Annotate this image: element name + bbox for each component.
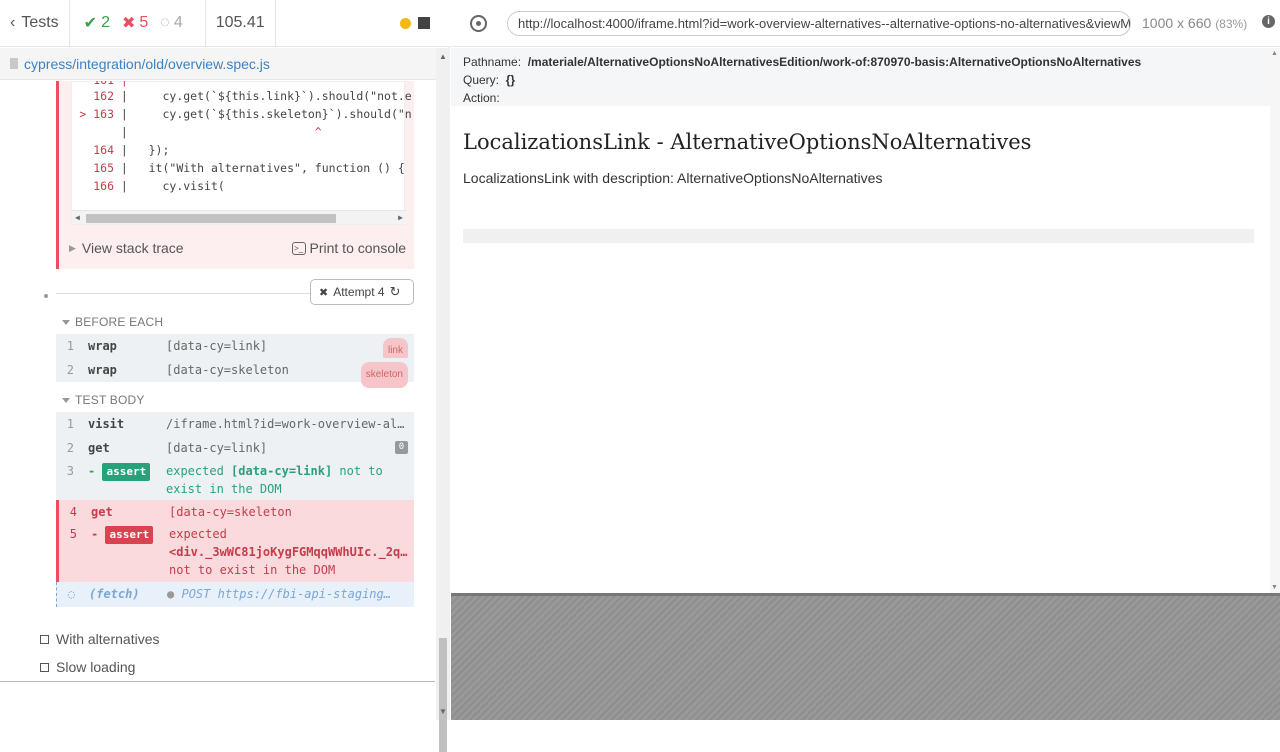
reporter-panel: ‹ Tests ✔ 2 ✖ 5 ◌ 4 105.41 ↕ cypress/int… bbox=[0, 0, 450, 752]
command-row[interactable]: 2 get [data-cy=link] 0 bbox=[56, 436, 414, 460]
attempt-tag[interactable]: ✖ Attempt 4 ↻ bbox=[310, 279, 414, 305]
caret-down-icon bbox=[62, 319, 70, 325]
scroll-left-icon[interactable]: ◀ bbox=[75, 213, 80, 222]
running-indicator-icon bbox=[399, 17, 411, 29]
scroll-down-icon[interactable]: ▼ bbox=[1271, 584, 1278, 591]
url-bar[interactable]: http://localhost:4000/iframe.html?id=wor… bbox=[507, 11, 1131, 36]
code-line-highlighted: > 163 | cy.get(`${this.skeleton}`).shoul… bbox=[79, 107, 412, 121]
view-stack-trace-toggle[interactable]: View stack trace bbox=[82, 240, 184, 256]
command-row-assert-pass[interactable]: 3 - assert expected [data-cy=link] not t… bbox=[56, 460, 414, 500]
scrollbar-thumb[interactable] bbox=[86, 214, 336, 223]
chevron-left-icon: ‹ bbox=[10, 14, 16, 31]
element-count-badge: 0 bbox=[395, 441, 408, 454]
code-line: 165 | it("With alternatives", function (… bbox=[93, 161, 405, 175]
test-body-header[interactable]: TEST BODY bbox=[62, 393, 145, 407]
check-icon: ✔ bbox=[83, 15, 98, 32]
error-code-frame: 161 | 162 | cy.get(`${this.link}`).shoul… bbox=[56, 81, 414, 269]
viewport-info: 1000 x 660 (83%) bbox=[1142, 15, 1248, 31]
runnable-list: 161 | 162 | cy.get(`${this.link}`).shoul… bbox=[0, 81, 435, 681]
code-frame-viewer: 161 | 162 | cy.get(`${this.link}`).shoul… bbox=[71, 81, 412, 225]
alias-badge: skeleton bbox=[360, 362, 408, 388]
story-title: LocalizationsLink - AlternativeOptionsNo… bbox=[463, 130, 1032, 154]
command-row[interactable]: 1 visit /iframe.html?id=work-overview-al… bbox=[56, 412, 414, 436]
assert-badge: assert bbox=[105, 526, 154, 544]
command-row-pending[interactable]: ◌ (fetch) ● POST https://fbi-api-staging… bbox=[56, 582, 414, 607]
retry-icon: ↻ bbox=[389, 284, 401, 299]
tests-button[interactable]: ‹ Tests bbox=[0, 0, 70, 47]
story-description: LocalizationsLink with description: Alte… bbox=[463, 170, 883, 186]
code-frame-scrollbar[interactable]: ◀ ▶ bbox=[72, 210, 406, 224]
reporter-header: ‹ Tests ✔ 2 ✖ 5 ◌ 4 105.41 ↕ bbox=[0, 0, 450, 47]
scroll-right-icon[interactable]: ▶ bbox=[398, 213, 403, 222]
skeleton-bar bbox=[463, 229, 1254, 243]
circle-notch-icon: ◌ bbox=[160, 14, 170, 31]
code-line: | ^ bbox=[114, 125, 322, 139]
aut-scrollbar[interactable]: ▲ ▼ bbox=[1270, 48, 1280, 593]
test-slow-loading[interactable]: Slow loading bbox=[40, 659, 135, 675]
terminal-icon: >_ bbox=[291, 241, 306, 255]
scroll-up-icon[interactable]: ▲ bbox=[439, 52, 447, 61]
stack-trace-row: ▶ View stack trace >_ Print to console bbox=[59, 233, 414, 263]
assert-badge: assert bbox=[102, 463, 151, 481]
failed-stat: ✖ 5 bbox=[121, 14, 149, 32]
command-row-failed[interactable]: 4 get [data-cy=skeleton bbox=[56, 500, 414, 524]
caret-down-icon bbox=[62, 397, 70, 403]
spec-file-link[interactable]: cypress/integration/old/overview.spec.js bbox=[24, 56, 270, 72]
code-line: 164 | }); bbox=[93, 143, 170, 157]
scrollbar-thumb[interactable] bbox=[439, 638, 447, 752]
query-value: {} bbox=[505, 73, 516, 87]
stop-icon[interactable] bbox=[418, 17, 430, 29]
caret-right-icon: ▶ bbox=[69, 242, 76, 253]
aut-empty-area bbox=[451, 593, 1280, 720]
print-to-console-button[interactable]: >_ Print to console bbox=[291, 240, 406, 256]
duration: 105.41 bbox=[206, 0, 276, 47]
test-state-icon bbox=[40, 662, 49, 672]
reporter-scrollbar[interactable]: ▲ ▼ bbox=[436, 48, 450, 752]
code-line: 166 | cy.visit( bbox=[93, 179, 225, 193]
attempt-divider bbox=[56, 293, 314, 294]
command-row-assert-fail[interactable]: 5 - assert expected <div._3wWC81joKygFGM… bbox=[56, 524, 414, 582]
command-row[interactable]: 2 wrap [data-cy=skeleton skeleton bbox=[56, 358, 414, 388]
spinner-icon: ◌ bbox=[67, 587, 75, 601]
x-icon: ✖ bbox=[121, 15, 136, 32]
pending-stat: ◌ 4 bbox=[160, 14, 183, 31]
spec-file-bar[interactable]: cypress/integration/old/overview.spec.js bbox=[0, 48, 440, 80]
pathname-value: /materiale/AlternativeOptionsNoAlternati… bbox=[527, 55, 1142, 69]
scroll-up-icon[interactable]: ▲ bbox=[1271, 50, 1278, 57]
test-with-alternatives[interactable]: With alternatives bbox=[40, 631, 159, 647]
collapse-icon: ✖ bbox=[319, 286, 329, 299]
tests-label: Tests bbox=[21, 14, 59, 31]
before-each-header[interactable]: BEFORE EACH bbox=[62, 315, 163, 329]
selector-playground-icon[interactable] bbox=[470, 15, 487, 32]
router-meta: Pathname: /materiale/AlternativeOptionsN… bbox=[451, 48, 1270, 106]
bullet bbox=[44, 294, 48, 298]
file-icon bbox=[10, 58, 18, 69]
stats: ✔ 2 ✖ 5 ◌ 4 bbox=[70, 0, 206, 47]
pending-dot-icon: ● bbox=[167, 587, 175, 601]
command-row[interactable]: 1 wrap [data-cy=link] link bbox=[56, 334, 414, 364]
reporter-bottom-border bbox=[0, 681, 435, 682]
passed-stat: ✔ 2 bbox=[83, 14, 110, 32]
test-state-icon bbox=[40, 634, 49, 644]
scroll-down-icon[interactable]: ▼ bbox=[439, 707, 447, 716]
aut-iframe: Pathname: /materiale/AlternativeOptionsN… bbox=[451, 48, 1270, 593]
info-icon[interactable]: i bbox=[1262, 15, 1275, 28]
code-line: 162 | cy.get(`${this.link}`).should("not… bbox=[93, 89, 412, 103]
